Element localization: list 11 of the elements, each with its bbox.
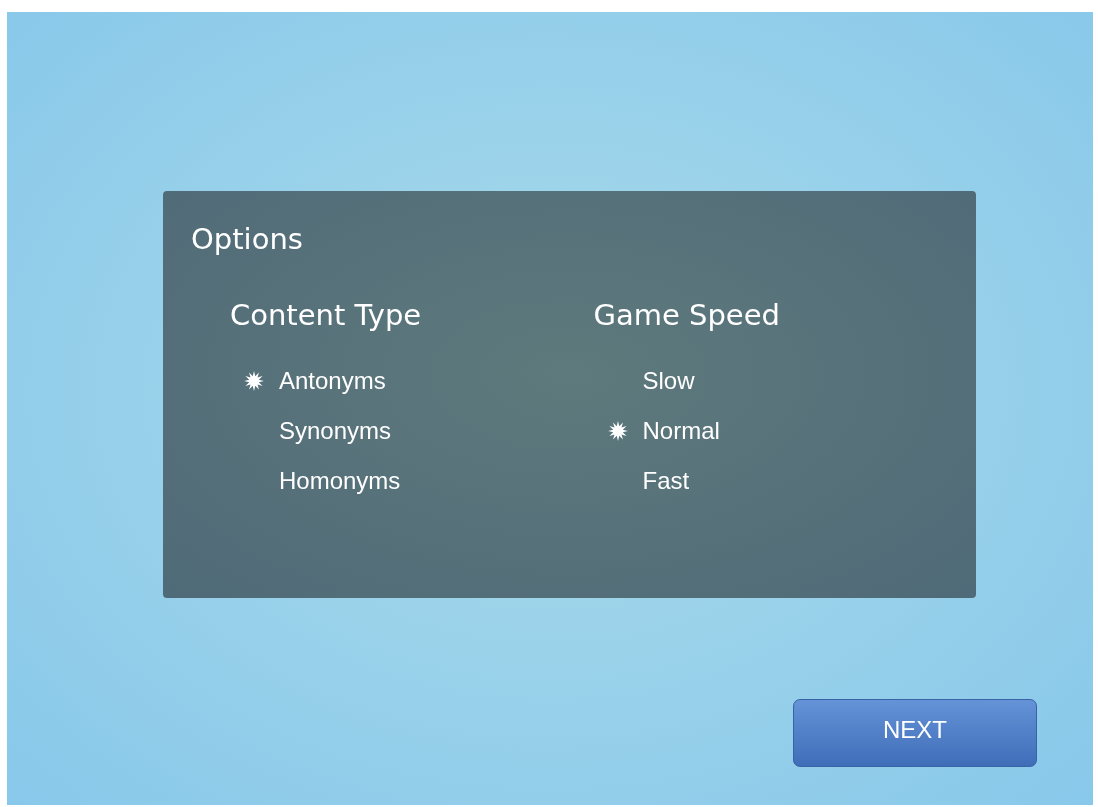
radio-option[interactable]: Slow [593, 363, 695, 399]
group-heading: Content Type [230, 297, 423, 333]
radio-option[interactable]: Homonyms [230, 463, 401, 499]
next-button[interactable]: NEXT [793, 699, 1037, 767]
radio-option[interactable]: Antonyms [230, 363, 386, 399]
radio-option[interactable]: Fast [593, 463, 690, 499]
star-icon [243, 370, 265, 392]
radio-option[interactable]: Synonyms [230, 413, 392, 449]
group-heading: Game Speed [593, 297, 781, 333]
panel-title: Options [191, 221, 304, 257]
radio-option[interactable]: Normal [593, 413, 720, 449]
